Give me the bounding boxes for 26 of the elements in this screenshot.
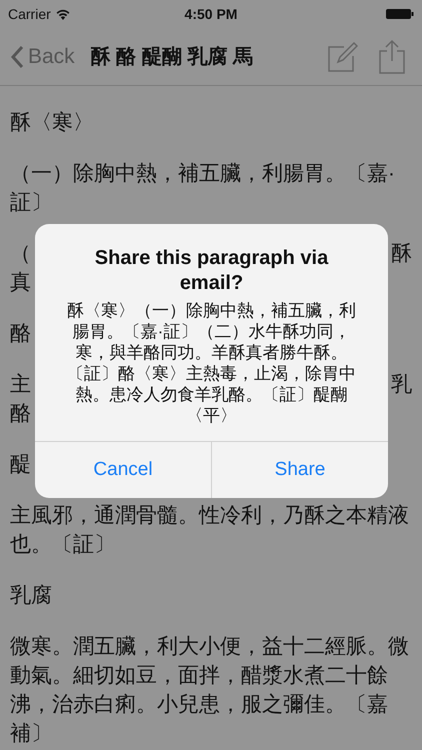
alert-message: 酥〈寒〉（一）除胸中熱，補五臟，利腸胃。〔嘉·証〕（二）水牛酥功同，寒，與羊酪同功。羊酥真者勝牛酥。〔証〕酪〈寒〉主熱毒，止渴，除胃中熱。患冷人勿食羊乳酪。〔証〕醍醐〈平〉 xyxy=(66,300,357,426)
page-title: 酥 酪 醍醐 乳腐 馬 xyxy=(90,44,254,70)
chevron-icon xyxy=(10,44,24,68)
paragraph-text: 酥〈寒〉 xyxy=(10,110,95,136)
paragraph-text: 酪 xyxy=(10,401,31,427)
paragraph-text: 主風邪，通潤骨髓。性冷利，乃酥之本精液也。〔証〕 xyxy=(10,503,410,558)
share-icon xyxy=(378,38,406,74)
paragraph-text: 主 xyxy=(10,372,31,398)
paragraph-text: 醍 xyxy=(10,452,31,478)
paragraph-text: 微寒。潤五臟，利大小便，益十二經脈。微動氣。細切如豆，面拌，醋漿水煮二十餘沸，治赤白痢。小兒患，服之彌佳。〔嘉補〕 xyxy=(10,634,410,747)
alert-title: Share this paragraph via email? xyxy=(94,246,330,296)
paragraph-text: 乳 xyxy=(391,372,412,398)
paragraph-text: 酪 xyxy=(10,321,31,347)
paragraph-text: （一）除胸中熱，補五臟，利腸胃。〔嘉·証〕 xyxy=(10,161,396,216)
alert-button[interactable]: Cancel xyxy=(35,442,211,498)
back-button[interactable]: Back xyxy=(10,44,75,68)
time-label: 4:50 PM xyxy=(184,6,238,22)
paragraph-text: 酥 xyxy=(391,241,412,267)
paragraph-text: 乳腐 xyxy=(10,583,53,609)
compose-icon xyxy=(326,40,358,72)
battery-icon xyxy=(386,8,414,20)
alert-button[interactable]: Share xyxy=(211,442,388,498)
carrier-label: Carrier xyxy=(8,6,51,22)
wifi-icon xyxy=(56,8,70,20)
paragraph-text: （ xyxy=(10,241,31,267)
paragraph-text: 真 xyxy=(10,270,31,296)
